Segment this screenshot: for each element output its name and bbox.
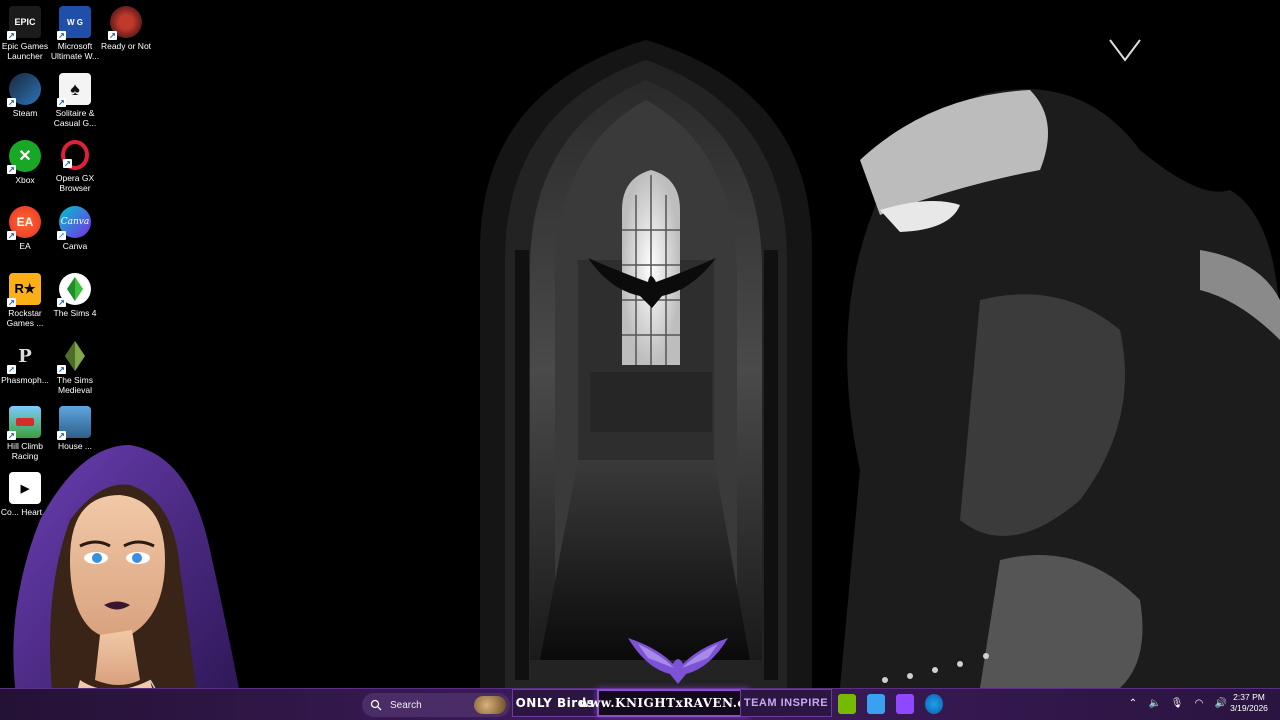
- plumbob-icon: [65, 341, 85, 371]
- shortcut-arrow-icon: ↗: [57, 98, 66, 107]
- desktop-icon-label: The Sims 4: [53, 308, 97, 318]
- search-label: Search: [390, 699, 422, 711]
- streamer-avatar-overlay: [13, 445, 245, 720]
- chevron-up-icon[interactable]: ⌃: [1126, 696, 1140, 710]
- canva-icon: Canva ↗: [57, 206, 91, 240]
- shortcut-arrow-icon: ↗: [7, 231, 16, 240]
- system-tray: ⌃ 🔈 🎙 ◠ 🔊: [1126, 696, 1228, 710]
- ready-or-not-icon: ↗: [108, 6, 142, 40]
- clock-time: 2:37 PM: [1233, 692, 1265, 702]
- desktop-icon-opera-gx[interactable]: ↗ Opera GX Browser: [50, 140, 100, 193]
- ea-icon: EA ↗: [7, 206, 41, 240]
- shortcut-arrow-icon: ↗: [7, 364, 16, 374]
- solitaire-icon: ♠ ↗: [57, 73, 91, 107]
- search-box[interactable]: Search: [362, 693, 510, 717]
- raven-emblem-icon: [628, 638, 728, 684]
- nvidia-app-icon[interactable]: [838, 694, 856, 714]
- shortcut-arrow-icon: ↗: [57, 365, 66, 374]
- shortcut-arrow-icon: ↗: [108, 31, 117, 40]
- search-highlight-widget[interactable]: [474, 696, 506, 714]
- desktop-icon-ready-or-not[interactable]: ↗ Ready or Not: [101, 6, 151, 51]
- shortcut-arrow-icon: ↗: [57, 298, 66, 307]
- desktop-icon-epic-games[interactable]: EPIC ↗ Epic Games Launcher: [0, 6, 50, 61]
- shortcut-arrow-icon: ↗: [57, 31, 66, 40]
- notepad-icon[interactable]: [867, 694, 885, 714]
- start-button[interactable]: [334, 693, 356, 715]
- sims-4-icon: ↗: [57, 273, 91, 307]
- shortcut-arrow-icon: ↗: [57, 231, 66, 240]
- twitch-icon[interactable]: [896, 694, 914, 714]
- plumbob-icon: [67, 277, 83, 301]
- knightxraven-banner: www.KNIGHTxRAVEN.com: [579, 689, 766, 717]
- desktop-icon-rockstar[interactable]: R★ ↗ Rockstar Games ...: [0, 273, 50, 328]
- desktop-icon-steam[interactable]: ↗ Steam: [0, 73, 50, 118]
- shortcut-arrow-icon: ↗: [63, 159, 72, 168]
- shortcut-arrow-icon: ↗: [7, 165, 16, 174]
- shortcut-arrow-icon: ↗: [7, 31, 16, 40]
- opera-gx-icon: ↗: [61, 140, 89, 170]
- search-icon: [370, 699, 382, 711]
- desktop-icon-label: Microsoft Ultimate W...: [50, 41, 100, 61]
- desktop-icon-microsoft-ultimate-word[interactable]: W G ↗ Microsoft Ultimate W...: [50, 6, 100, 61]
- desktop-icon-sims-medieval[interactable]: ↗ The Sims Medieval: [50, 340, 100, 395]
- clock-date: 3/19/2026: [1230, 703, 1268, 713]
- desktop-icon-label: The Sims Medieval: [57, 375, 93, 395]
- xbox-icon: ✕ ↗: [7, 140, 41, 174]
- desktop-icon-canva[interactable]: Canva ↗ Canva: [50, 206, 100, 251]
- steam-icon: ↗: [7, 73, 41, 107]
- shortcut-arrow-icon: ↗: [7, 431, 16, 440]
- wifi-icon[interactable]: ◠: [1192, 696, 1206, 710]
- desktop-icon-xbox[interactable]: ✕ ↗ Xbox: [0, 140, 50, 185]
- shortcut-arrow-icon: ↗: [57, 431, 66, 440]
- desktop-icon-label: Canva: [62, 241, 88, 251]
- team-inspire-banner: TEAM INSPIRE: [740, 689, 832, 717]
- desktop-icon-ea[interactable]: EA ↗ EA: [0, 206, 50, 251]
- edge-browser-icon[interactable]: [925, 694, 943, 714]
- speaker-icon[interactable]: 🔈: [1148, 696, 1162, 710]
- sims-medieval-icon: ↗: [57, 340, 91, 374]
- rockstar-icon: R★ ↗: [7, 273, 41, 307]
- house-flipper-icon: ↗: [57, 406, 91, 440]
- desktop-icon-label: Solitaire & Casual G...: [53, 108, 97, 128]
- microsoft-word-game-icon: W G ↗: [57, 6, 91, 40]
- clock[interactable]: 2:37 PM 3/19/2026: [1226, 692, 1272, 714]
- phasmophobia-icon: P ↗: [7, 340, 41, 374]
- epic-games-icon: EPIC ↗: [7, 6, 41, 40]
- microphone-icon[interactable]: 🎙: [1170, 696, 1184, 710]
- hill-climb-racing-icon: ↗: [7, 406, 41, 440]
- desktop-icon-label: Opera GX Browser: [55, 173, 95, 193]
- shortcut-arrow-icon: ↗: [7, 298, 16, 307]
- desktop-icon-phasmophobia[interactable]: P ↗ Phasmoph...: [0, 340, 50, 385]
- desktop-icon-sims-4[interactable]: ↗ The Sims 4: [50, 273, 100, 318]
- desktop-icon-solitaire[interactable]: ♠ ↗ Solitaire & Casual G...: [50, 73, 100, 128]
- desktop-icon-label: Ready or Not: [100, 41, 152, 51]
- shortcut-arrow-icon: ↗: [7, 98, 16, 107]
